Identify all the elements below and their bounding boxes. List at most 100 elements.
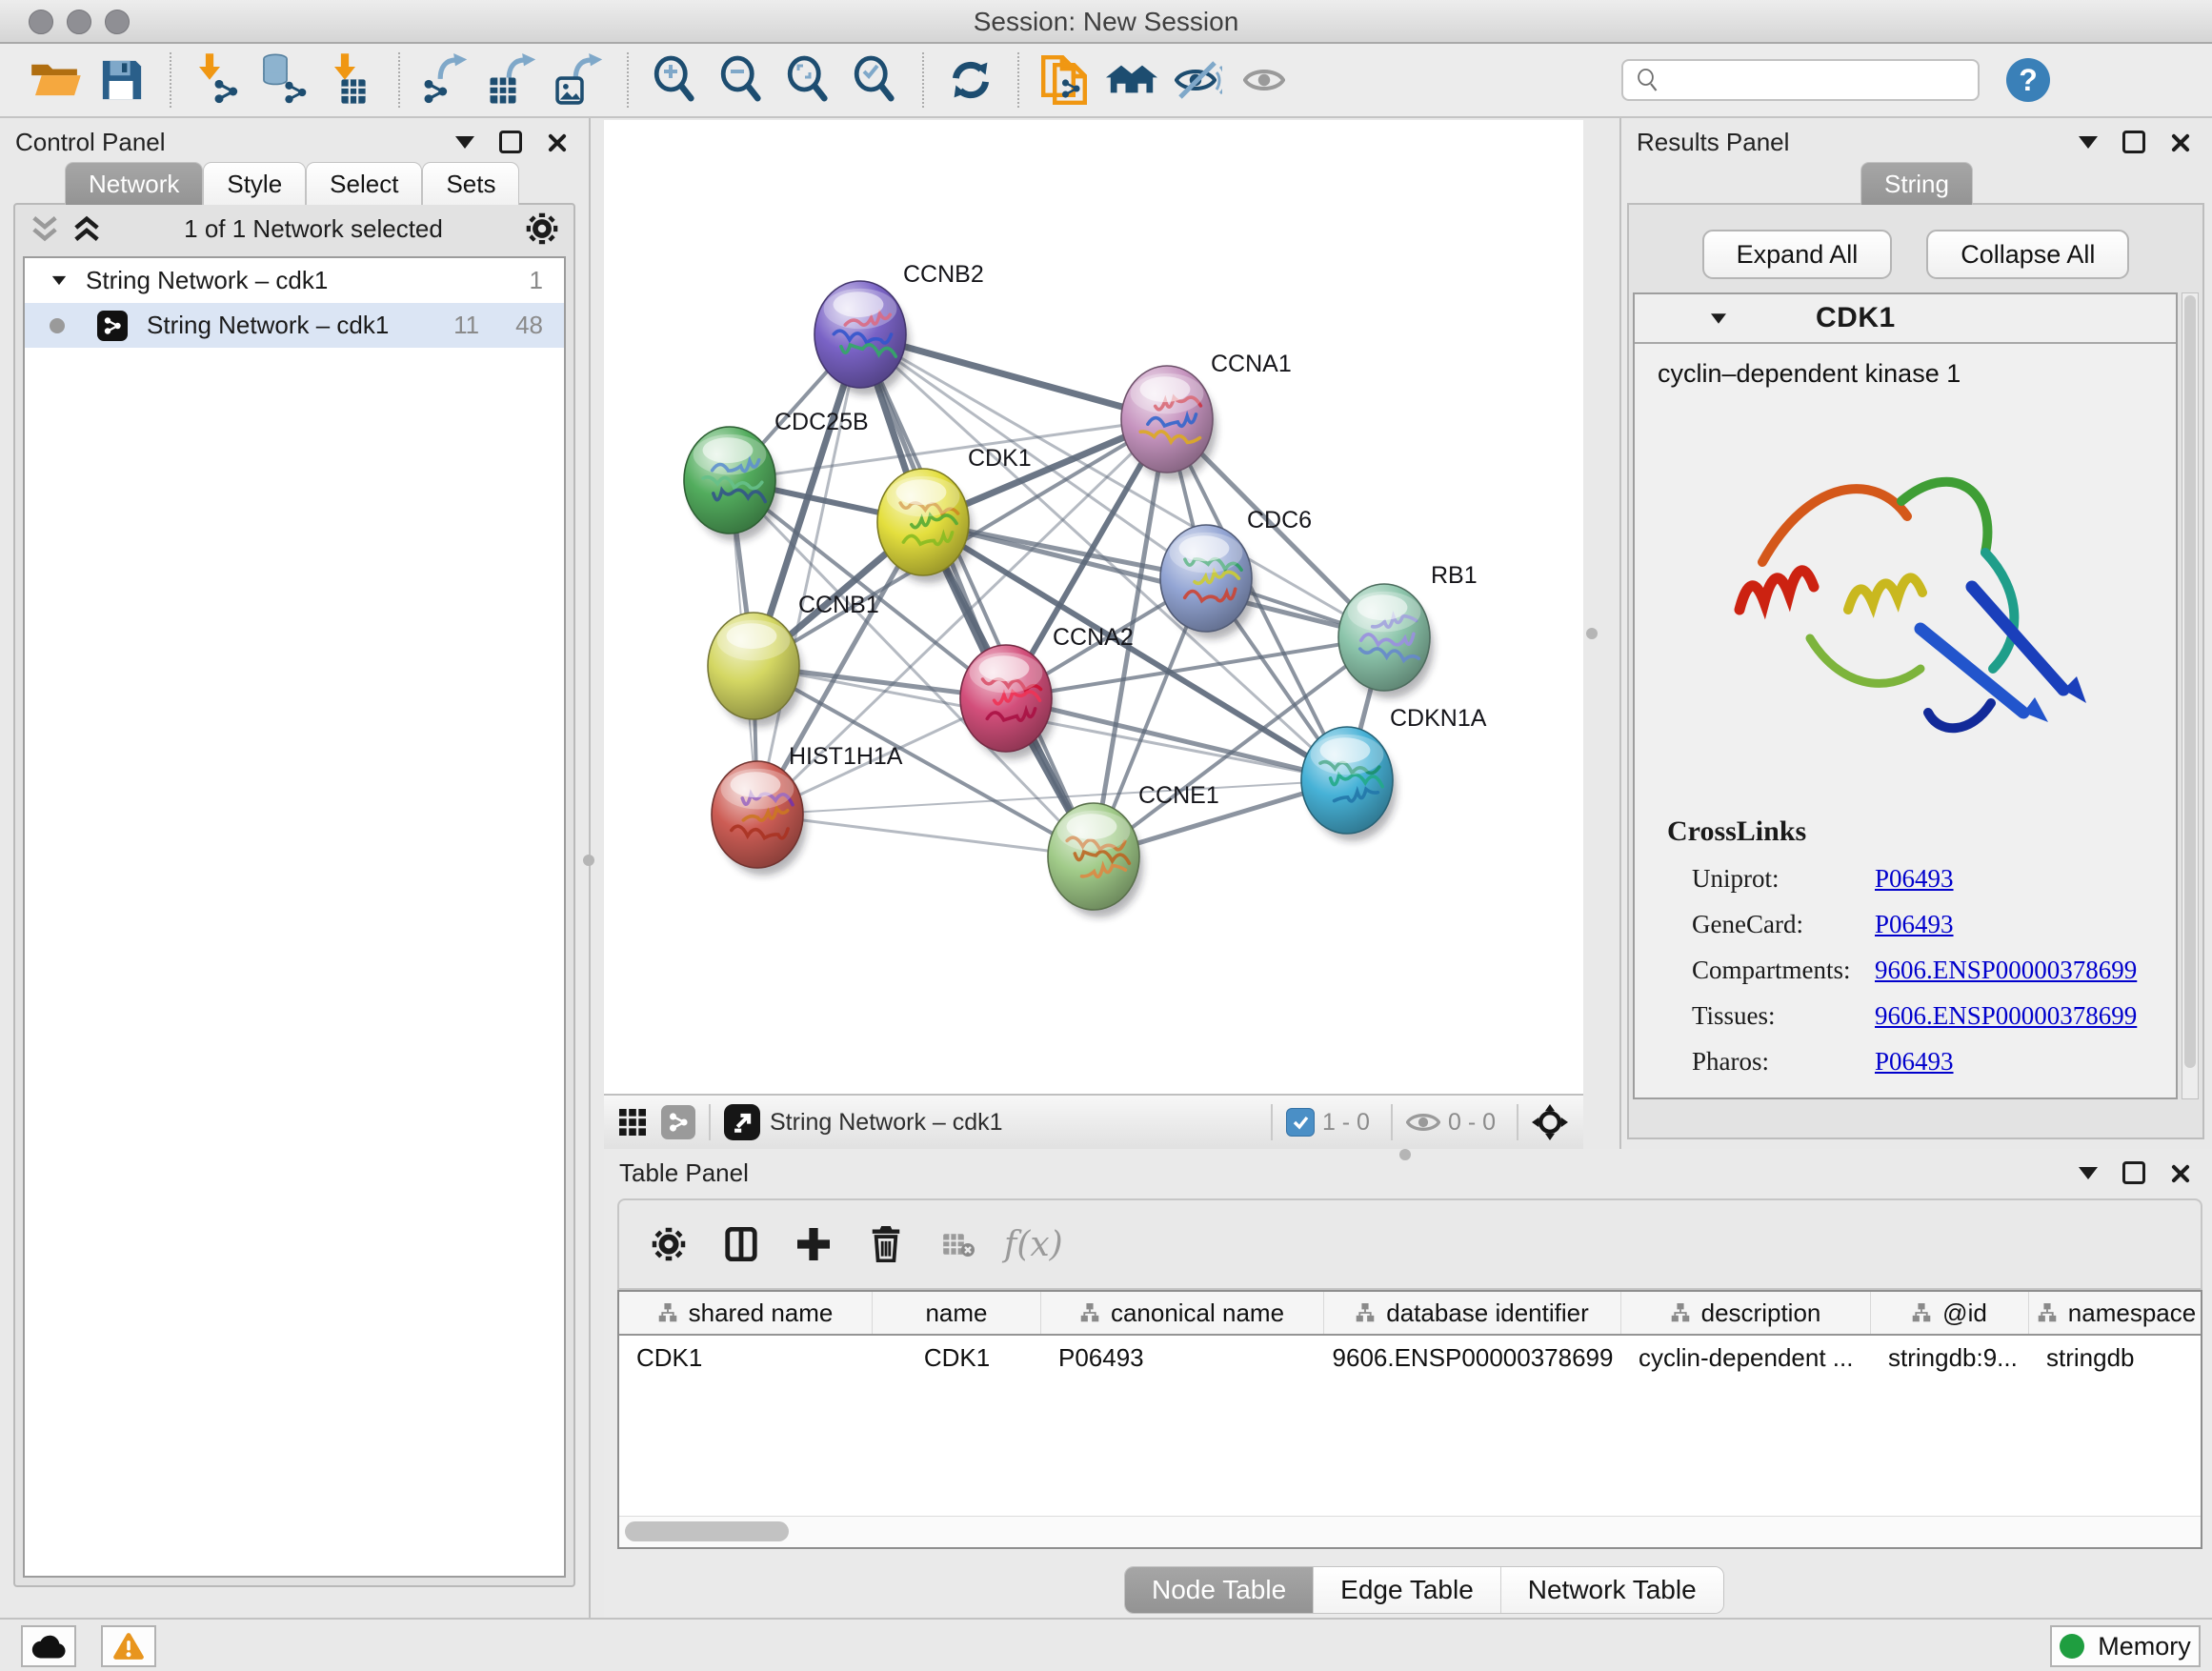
tab-select[interactable]: Select bbox=[306, 162, 422, 205]
left-splitter-handle[interactable] bbox=[583, 855, 594, 866]
first-neighbors-button[interactable] bbox=[1106, 53, 1159, 107]
string-network-graph[interactable]: CCNB2 CCNA1 CDC25B CDK1 CDC6 RB1 CCNB1 CCNA2 CDK… bbox=[604, 120, 1583, 1094]
function-builder-button[interactable]: f(x) bbox=[1004, 1218, 1063, 1271]
cell-description[interactable]: cyclin-dependent ... bbox=[1621, 1343, 1871, 1373]
node-label-ccna1[interactable]: CCNA1 bbox=[1211, 351, 1292, 377]
warnings-button[interactable] bbox=[101, 1625, 156, 1667]
duplicate-network-button[interactable] bbox=[1039, 53, 1093, 107]
memory-button[interactable]: Memory bbox=[2050, 1625, 2201, 1667]
right-splitter-handle[interactable] bbox=[1586, 628, 1598, 639]
crosslink-row: Pharos: P06493 bbox=[1667, 1047, 2176, 1077]
import-table-from-file-button[interactable] bbox=[325, 53, 378, 107]
cloud-status-button[interactable] bbox=[21, 1625, 76, 1667]
node-card-header[interactable]: CDK1 bbox=[1635, 294, 2176, 344]
zoom-fit-button[interactable] bbox=[782, 53, 835, 107]
panel-float-icon[interactable] bbox=[2079, 1167, 2098, 1179]
column-header-description[interactable]: description bbox=[1621, 1292, 1871, 1334]
create-column-button[interactable] bbox=[787, 1218, 840, 1271]
open-session-button[interactable] bbox=[30, 53, 83, 107]
column-header-canonical-name[interactable]: canonical name bbox=[1041, 1292, 1324, 1334]
cell-canonical-name[interactable]: P06493 bbox=[1041, 1343, 1324, 1373]
network-options-gear-icon[interactable] bbox=[526, 212, 558, 245]
table-options-button[interactable] bbox=[642, 1218, 695, 1271]
node-label-ccna2[interactable]: CCNA2 bbox=[1053, 624, 1134, 651]
crosslink-link[interactable]: P06493 bbox=[1875, 864, 2176, 894]
crosslink-link[interactable]: 9606.ENSP00000378699 bbox=[1875, 1001, 2176, 1031]
panel-maximize-icon[interactable] bbox=[2122, 1161, 2145, 1184]
tab-style[interactable]: Style bbox=[203, 162, 306, 205]
delete-table-button[interactable] bbox=[932, 1218, 985, 1271]
save-session-button[interactable] bbox=[96, 53, 150, 107]
collection-expander-icon[interactable] bbox=[52, 276, 66, 285]
node-label-hist1h1a[interactable]: HIST1H1A bbox=[789, 743, 903, 770]
cell-id[interactable]: stringdb:9... bbox=[1871, 1343, 2029, 1373]
selected-nodes-checkbox[interactable] bbox=[1286, 1108, 1315, 1137]
card-expander-icon[interactable] bbox=[1711, 313, 1726, 323]
network-row[interactable]: String Network – cdk1 11 48 bbox=[25, 303, 564, 348]
network-collection-row[interactable]: String Network – cdk1 1 bbox=[25, 258, 564, 303]
panel-close-icon[interactable] bbox=[547, 132, 566, 151]
panel-close-icon[interactable] bbox=[2170, 132, 2189, 151]
export-network-button[interactable] bbox=[420, 53, 473, 107]
help-button[interactable]: ? bbox=[2006, 58, 2050, 102]
node-label-rb1[interactable]: RB1 bbox=[1431, 562, 1478, 589]
tab-network[interactable]: Network bbox=[65, 162, 203, 205]
network-canvas[interactable]: CCNB2 CCNA1 CDC25B CDK1 CDC6 RB1 CCNB1 CCNA2 CDK… bbox=[604, 120, 1583, 1094]
column-header-id[interactable]: @id bbox=[1871, 1292, 2029, 1334]
column-header-shared-name[interactable]: shared name bbox=[619, 1292, 873, 1334]
birds-eye-view-icon[interactable] bbox=[1532, 1104, 1568, 1140]
network-view-share-icon[interactable] bbox=[661, 1105, 695, 1139]
node-label-cdkn1a[interactable]: CDKN1A bbox=[1390, 705, 1487, 732]
node-label-cdk1[interactable]: CDK1 bbox=[968, 445, 1032, 472]
collapse-all-networks-icon[interactable] bbox=[72, 214, 101, 243]
node-label-ccne1[interactable]: CCNE1 bbox=[1138, 782, 1219, 809]
import-network-from-file-button[interactable] bbox=[191, 53, 245, 107]
export-table-button[interactable] bbox=[487, 53, 540, 107]
scrollbar-thumb[interactable] bbox=[625, 1521, 789, 1541]
node-label-cdc25b[interactable]: CDC25B bbox=[774, 409, 869, 435]
collapse-all-button[interactable]: Collapse All bbox=[1926, 230, 2129, 279]
import-network-from-database-button[interactable] bbox=[258, 53, 312, 107]
cell-database-identifier[interactable]: 9606.ENSP00000378699 bbox=[1324, 1343, 1621, 1373]
cell-shared-name[interactable]: CDK1 bbox=[619, 1343, 873, 1373]
crosslink-link[interactable]: 9606.ENSP00000378699 bbox=[1875, 956, 2176, 985]
results-scrollbar[interactable] bbox=[2182, 292, 2199, 1099]
zoom-out-button[interactable] bbox=[715, 53, 769, 107]
panel-float-icon[interactable] bbox=[2079, 136, 2098, 149]
crosslink-link[interactable]: P06493 bbox=[1875, 1047, 2176, 1077]
tab-sets[interactable]: Sets bbox=[422, 162, 519, 205]
tab-node-table[interactable]: Node Table bbox=[1125, 1567, 1314, 1613]
hide-selected-button[interactable] bbox=[1173, 53, 1226, 107]
panel-maximize-icon[interactable] bbox=[499, 131, 522, 153]
export-image-button[interactable] bbox=[553, 53, 607, 107]
detach-view-icon[interactable] bbox=[724, 1104, 760, 1140]
node-label-cdc6[interactable]: CDC6 bbox=[1247, 507, 1312, 534]
node-label-ccnb2[interactable]: CCNB2 bbox=[903, 261, 984, 288]
delete-column-button[interactable] bbox=[859, 1218, 913, 1271]
table-row[interactable]: CDK1 CDK1 P06493 9606.ENSP00000378699 cy… bbox=[619, 1336, 2201, 1379]
show-columns-button[interactable] bbox=[714, 1218, 768, 1271]
bottom-splitter-handle[interactable] bbox=[1399, 1149, 1411, 1160]
search-input[interactable] bbox=[1659, 66, 1966, 94]
node-label-ccnb1[interactable]: CCNB1 bbox=[798, 592, 879, 618]
cell-namespace[interactable]: stringdb bbox=[2029, 1343, 2202, 1373]
tab-string[interactable]: String bbox=[1860, 162, 1973, 205]
expand-all-button[interactable]: Expand All bbox=[1702, 230, 1893, 279]
column-header-name[interactable]: name bbox=[873, 1292, 1041, 1334]
crosslink-link[interactable]: P06493 bbox=[1875, 910, 2176, 939]
apply-layout-button[interactable] bbox=[944, 53, 997, 107]
column-header-namespace[interactable]: namespace bbox=[2029, 1292, 2202, 1334]
zoom-in-button[interactable] bbox=[649, 53, 702, 107]
cell-name[interactable]: CDK1 bbox=[873, 1343, 1041, 1373]
panel-maximize-icon[interactable] bbox=[2122, 131, 2145, 153]
show-all-button[interactable] bbox=[1239, 53, 1293, 107]
column-header-database-identifier[interactable]: database identifier bbox=[1324, 1292, 1621, 1334]
panel-float-icon[interactable] bbox=[455, 136, 474, 149]
expand-all-networks-icon[interactable] bbox=[30, 214, 59, 243]
grid-view-icon[interactable] bbox=[619, 1109, 646, 1136]
table-horizontal-scrollbar[interactable] bbox=[619, 1516, 2201, 1547]
tab-network-table[interactable]: Network Table bbox=[1501, 1567, 1723, 1613]
zoom-selected-button[interactable] bbox=[849, 53, 902, 107]
panel-close-icon[interactable] bbox=[2170, 1163, 2189, 1182]
tab-edge-table[interactable]: Edge Table bbox=[1314, 1567, 1501, 1613]
